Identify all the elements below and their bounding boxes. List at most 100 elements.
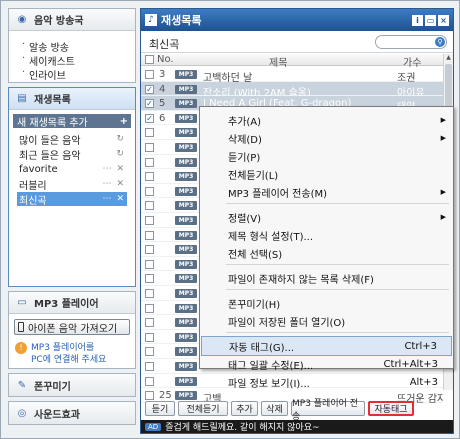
row-checkbox[interactable] xyxy=(145,201,154,211)
ad-badge: AD xyxy=(145,422,162,431)
search-input[interactable]: ⚲ xyxy=(375,35,447,49)
playlist-header[interactable]: ▤ 재생목록 xyxy=(9,88,135,110)
radio-item[interactable]: 알송 방송 xyxy=(22,39,69,54)
refresh-icon[interactable]: ↻ xyxy=(116,149,124,159)
row-checkbox[interactable] xyxy=(145,274,154,284)
menu-item[interactable]: 파일 정보 보기(I)... Alt+3 xyxy=(201,372,452,392)
mp3-badge-icon: MP3 xyxy=(175,128,197,138)
select-all-checkbox[interactable] xyxy=(145,55,154,64)
menu-item[interactable]: 태그 일괄 수정(E)... Ctrl+Alt+3 xyxy=(201,354,452,374)
row-no: 25 xyxy=(159,390,172,402)
action-button[interactable]: 추가 xyxy=(231,401,258,416)
menu-item[interactable]: 파일이 존재하지 않는 목록 삭제(F) xyxy=(201,268,452,288)
menu-item[interactable]: 폰꾸미기(H) xyxy=(201,293,452,313)
restore-icon[interactable]: ▭ xyxy=(425,14,436,26)
refresh-icon[interactable]: ↻ xyxy=(116,134,124,144)
row-checkbox[interactable] xyxy=(145,332,154,342)
sound-title: 사운드효과 xyxy=(34,409,80,421)
row-checkbox[interactable] xyxy=(145,186,154,196)
action-button[interactable]: 듣기 xyxy=(145,401,175,416)
row-checkbox[interactable] xyxy=(145,143,154,152)
row-checkbox[interactable] xyxy=(145,259,154,269)
playlist-item[interactable]: 많이 들은 음악 ↻ xyxy=(17,132,127,147)
broadcast-icon: ◉ xyxy=(17,14,27,25)
delete-icon[interactable]: ✕ xyxy=(116,194,124,204)
row-checkbox[interactable]: ✓ xyxy=(145,113,154,123)
playlist-name: 최신곡 xyxy=(149,38,180,51)
menu-item[interactable]: 정렬(V) ▶ xyxy=(201,207,452,227)
search-icon[interactable]: ⚲ xyxy=(435,37,445,47)
menu-item[interactable]: 제목 형식 설정(T)... xyxy=(201,225,452,245)
scroll-up-icon[interactable]: ▲ xyxy=(444,54,453,63)
radio-item[interactable]: 인라이브 xyxy=(22,67,66,82)
mp3-badge-icon: MP3 xyxy=(175,157,197,167)
row-checkbox[interactable] xyxy=(145,391,154,401)
info-icon[interactable]: i xyxy=(412,14,423,26)
menu-item[interactable]: 추가(A) ▶ xyxy=(201,110,452,130)
row-checkbox[interactable]: ✓ xyxy=(145,99,154,109)
menu-item[interactable]: 자동 태그(G)... Ctrl+3 xyxy=(201,336,452,356)
row-checkbox[interactable]: ✓ xyxy=(145,84,154,94)
action-button[interactable]: 삭제 xyxy=(261,401,288,416)
menu-item[interactable]: MP3 플레이어 전송(M) ▶ xyxy=(201,182,452,202)
playlist-item[interactable]: 최신곡 ⋯ ✕ xyxy=(17,192,127,207)
playlist-item[interactable]: 러블리 ⋯ ✕ xyxy=(17,177,127,192)
row-checkbox[interactable] xyxy=(145,376,154,386)
delete-icon[interactable]: ✕ xyxy=(116,179,124,189)
radio-header[interactable]: ◉ 음악 방송국 xyxy=(9,9,135,31)
row-checkbox[interactable] xyxy=(145,70,154,79)
radio-item[interactable]: 세이캐스트 xyxy=(22,53,75,68)
more-icon[interactable]: ⋯ xyxy=(102,164,111,174)
table-row[interactable]: 3 MP3 고백하던 날 조권 xyxy=(141,67,443,84)
action-button[interactable]: MP3 플레이어 전송 xyxy=(291,399,365,422)
row-checkbox[interactable] xyxy=(145,230,154,240)
action-button[interactable]: 전체듣기 xyxy=(178,401,228,416)
close-icon[interactable]: × xyxy=(438,14,449,26)
menu-item[interactable]: 삭제(D) ▶ xyxy=(201,128,452,148)
sound-header[interactable]: ◎ 사운드효과 xyxy=(9,402,135,424)
add-playlist-label: 새 재생목록 추가 xyxy=(17,117,88,129)
more-icon[interactable]: ⋯ xyxy=(102,179,111,189)
window-titlebar[interactable]: ♪ 재생목록 i ▭ × xyxy=(141,9,453,31)
add-playlist-button[interactable]: 새 재생목록 추가 + xyxy=(13,114,131,129)
delete-icon[interactable]: ✕ xyxy=(116,164,124,174)
menu-item-label: MP3 플레이어 전송(M) xyxy=(228,188,328,200)
table-row[interactable]: ✓ 4 MP3 잔소리 (With 2AM 슬옹) 아이유 xyxy=(141,81,443,99)
menu-separator xyxy=(226,289,449,290)
row-checkbox[interactable] xyxy=(145,216,154,225)
menu-item[interactable]: 전체 선택(S) xyxy=(201,243,452,263)
menu-item[interactable]: 파일이 저장된 폴더 열기(O) xyxy=(201,311,452,331)
more-icon[interactable]: ⋯ xyxy=(102,194,111,204)
menu-item-label: 추가(A) xyxy=(228,116,262,128)
action-button-label: 듣기 xyxy=(151,405,169,415)
sound-panel[interactable]: ◎ 사운드효과 xyxy=(8,401,136,425)
mp3-header[interactable]: ▭ MP3 플레이어 xyxy=(9,292,135,314)
menu-item[interactable]: 듣기(P) xyxy=(201,146,452,166)
action-button[interactable]: 자동태그 xyxy=(368,401,414,416)
action-button-label: MP3 플레이어 전송 xyxy=(292,398,359,422)
row-checkbox[interactable] xyxy=(145,362,154,371)
playlist-item[interactable]: favorite ⋯ ✕ xyxy=(17,162,127,176)
mp3-badge-icon: MP3 xyxy=(175,216,197,225)
phone-header[interactable]: ✎ 폰꾸미기 xyxy=(9,374,135,396)
row-checkbox[interactable] xyxy=(145,289,154,298)
menu-item-label: 자동 태그(G)... xyxy=(229,342,295,354)
row-checkbox[interactable] xyxy=(145,303,154,313)
playlist-item[interactable]: 최근 들은 음악 ↻ xyxy=(17,147,127,162)
menu-item[interactable]: 전체듣기(L) xyxy=(201,164,452,184)
mp3-badge-icon: MP3 xyxy=(175,259,197,269)
menu-separator xyxy=(226,332,449,333)
connect-text-2[interactable]: PC에 연결해 주세요 xyxy=(31,352,106,365)
context-menu: 추가(A) ▶ 삭제(D) ▶ 듣기(P) 전체듣기(L) MP3 플레이어 전송(M) ▶ 정… xyxy=(199,106,454,390)
phone-panel[interactable]: ✎ 폰꾸미기 xyxy=(8,373,136,397)
row-checkbox[interactable] xyxy=(145,347,154,357)
row-checkbox[interactable] xyxy=(145,172,154,182)
row-checkbox[interactable] xyxy=(145,245,154,255)
row-checkbox[interactable] xyxy=(145,128,154,138)
row-checkbox[interactable] xyxy=(145,157,154,167)
iphone-import-button[interactable]: 아이폰 음악 가져오기 xyxy=(14,319,130,335)
radio-panel: ◉ 음악 방송국 알송 방송 세이캐스트 인라이브 xyxy=(8,8,136,83)
ad-ticker[interactable]: AD 즐겁게 해드릴께요. 같이 해지지 않아요~ xyxy=(141,420,453,433)
col-no[interactable]: No. xyxy=(157,54,174,65)
row-checkbox[interactable] xyxy=(145,318,154,328)
